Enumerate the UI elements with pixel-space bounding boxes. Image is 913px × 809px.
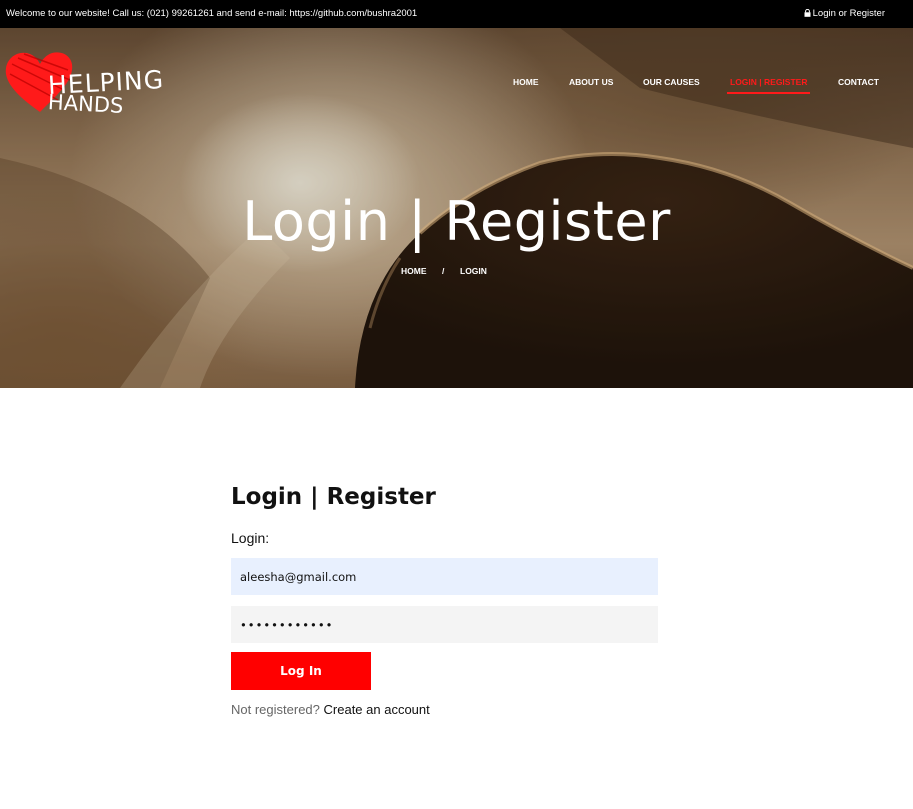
nav-about-us[interactable]: ABOUT US bbox=[569, 77, 613, 91]
login-or-register-link[interactable]: Login or Register bbox=[804, 8, 885, 19]
welcome-text: Welcome to our website! Call us: (021) 9… bbox=[6, 8, 418, 19]
helping-hands-logo[interactable]: HELPING HANDS bbox=[4, 50, 165, 120]
form-heading: Login | Register bbox=[231, 484, 436, 510]
nav-login-register[interactable]: LOGIN | REGISTER bbox=[727, 77, 811, 94]
page-title: Login | Register bbox=[242, 190, 671, 253]
nav-login-register-label: LOGIN | REGISTER bbox=[730, 77, 808, 87]
lock-icon bbox=[804, 9, 811, 17]
nav-our-causes[interactable]: OUR CAUSES bbox=[643, 77, 700, 91]
login-label: Login: bbox=[231, 530, 270, 546]
password-field[interactable] bbox=[231, 606, 658, 643]
register-prompt: Not registered? bbox=[231, 702, 320, 717]
login-button[interactable]: Log In bbox=[231, 652, 371, 690]
logo-text-hands: HANDS bbox=[47, 90, 124, 118]
breadcrumb-home[interactable]: HOME bbox=[401, 266, 427, 276]
register-prompt-line: Not registered? Create an account bbox=[231, 702, 430, 717]
active-nav-underline bbox=[727, 92, 811, 94]
breadcrumb-separator: / bbox=[442, 266, 445, 276]
breadcrumb-current: LOGIN bbox=[460, 266, 487, 276]
login-or-register-label: Login or Register bbox=[812, 8, 885, 19]
top-bar: Welcome to our website! Call us: (021) 9… bbox=[0, 0, 913, 28]
email-field[interactable] bbox=[231, 558, 658, 595]
nav-home[interactable]: HOME bbox=[513, 77, 539, 91]
create-account-link[interactable]: Create an account bbox=[324, 702, 430, 717]
nav-contact[interactable]: CONTACT bbox=[838, 77, 879, 91]
